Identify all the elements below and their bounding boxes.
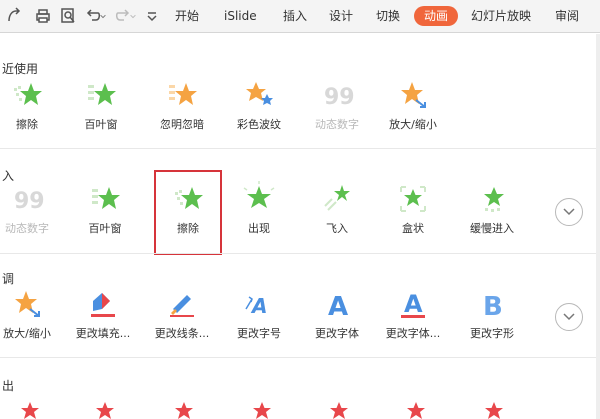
fly-in-icon [322,184,352,218]
item-label: 出现 [248,222,270,235]
change-font-size-icon: A [244,289,274,323]
blinds-icon [86,80,116,114]
svg-text:A: A [404,290,423,318]
recent-item-color-wave[interactable]: 彩色波纹 [222,80,296,150]
change-font-icon: A [322,289,352,323]
svg-text:99: 99 [324,85,355,110]
redo-dropdown-icon[interactable] [128,6,138,26]
wipe-icon [12,80,42,114]
item-label: 百叶窗 [84,118,118,131]
section-title-exit: 出 [2,379,15,393]
item-label: 更改填充... [75,327,131,340]
item-label: 更改字号 [237,327,281,340]
item-label: 盒状 [402,222,424,235]
entrance-item-blinds[interactable]: 百叶窗 [68,184,142,254]
flicker-icon [167,80,197,114]
entrance-item-dynamic-number[interactable]: 99 动态数字 [0,184,64,254]
svg-text:B: B [483,292,503,322]
tab-slideshow[interactable]: 幻灯片放映 [471,8,531,24]
recent-item-flicker[interactable]: 忽明忽暗 [145,80,219,150]
tab-transitions[interactable]: 切换 [376,8,400,24]
undo-dropdown-icon[interactable] [98,6,108,26]
exit-effect-star-icon[interactable] [404,400,428,419]
tab-animation[interactable]: 动画 [414,6,459,26]
change-font-style-icon: B [477,289,507,323]
box-icon [398,184,428,218]
entrance-item-fly-in[interactable]: 飞入 [300,184,374,254]
panel-scrollbar[interactable] [596,34,600,419]
exit-effect-star-icon[interactable] [18,400,42,419]
chevron-down-icon [562,308,576,327]
item-label: 放大/缩小 [389,118,437,131]
quick-access-toolbar: 开始 iSlide 插入 设计 切换 动画 幻灯片放映 审阅 [0,0,600,33]
section-title-emphasis: 调 [2,272,15,286]
blinds-icon [90,184,120,218]
exit-effect-star-icon[interactable] [172,400,196,419]
emphasis-item-change-line[interactable]: 更改线条... [145,289,219,359]
item-label: 彩色波纹 [237,118,281,131]
tab-home[interactable]: 开始 [175,8,199,24]
print-preview-icon[interactable] [58,6,78,26]
change-line-icon [167,289,197,323]
recent-item-wipe[interactable]: 擦除 [0,80,64,150]
appear-icon [243,181,275,218]
dynamic-number-icon: 99 [322,80,355,114]
section-title-recent: 近使用 [2,62,39,76]
print-icon[interactable] [33,6,53,26]
tab-insert[interactable]: 插入 [283,8,307,24]
section-divider [0,253,600,254]
exit-effect-star-icon[interactable] [250,400,274,419]
exit-effects-row [0,398,600,419]
color-wave-icon [244,80,274,114]
entrance-item-appear[interactable]: 出现 [222,181,296,254]
recent-item-grow-shrink[interactable]: 放大/缩小 [376,80,450,150]
expand-emphasis-button[interactable] [555,303,583,331]
entrance-item-box[interactable]: 盒状 [376,184,450,254]
crawl-in-icon [477,184,507,218]
change-font-color-icon: A [398,289,428,323]
item-label: 百叶窗 [88,222,122,235]
grow-shrink-icon [12,289,42,323]
dynamic-number-icon: 99 [12,184,45,218]
item-label: 擦除 [16,118,38,131]
expand-entrance-button[interactable] [555,198,583,226]
tab-review[interactable]: 审阅 [555,8,579,24]
emphasis-item-change-fill[interactable]: 更改填充... [66,289,140,359]
exit-effect-star-icon[interactable] [93,400,117,419]
item-label: 动态数字 [315,118,359,131]
item-label: 忽明忽暗 [160,118,204,131]
revision-icon[interactable] [4,6,24,26]
emphasis-item-change-font[interactable]: A 更改字体 [300,289,374,359]
item-label: 更改字体 [315,327,359,340]
svg-text:99: 99 [14,189,45,214]
grow-shrink-icon [398,80,428,114]
item-label: 飞入 [326,222,348,235]
tab-design[interactable]: 设计 [329,8,353,24]
svg-text:A: A [328,292,348,322]
item-label: 放大/缩小 [3,327,51,340]
more-icon[interactable] [142,6,162,26]
recent-item-dynamic-number[interactable]: 99 动态数字 [300,80,374,150]
section-divider [0,148,600,149]
selected-effect-highlight [154,170,222,255]
exit-effect-star-icon[interactable] [327,400,351,419]
item-label: 动态数字 [5,222,49,235]
svg-text:A: A [250,294,267,318]
emphasis-item-grow-shrink[interactable]: 放大/缩小 [0,289,64,359]
emphasis-item-change-font-style[interactable]: B 更改字形 [455,289,529,359]
section-divider [0,357,600,358]
item-label: 更改线条... [154,327,210,340]
exit-effect-star-icon[interactable] [482,400,506,419]
item-label: 更改字体... [385,327,441,340]
emphasis-item-change-font-color[interactable]: A 更改字体... [376,289,450,359]
section-title-entrance: 入 [2,169,15,183]
item-label: 更改字形 [470,327,514,340]
recent-item-blinds[interactable]: 百叶窗 [64,80,138,150]
change-fill-icon [88,289,118,323]
entrance-item-crawl-in[interactable]: 缓慢进入 [455,184,529,254]
emphasis-item-change-font-size[interactable]: A 更改字号 [222,289,296,359]
tab-islide[interactable]: iSlide [224,8,257,24]
item-label: 缓慢进入 [470,222,514,235]
chevron-down-icon [562,203,576,222]
